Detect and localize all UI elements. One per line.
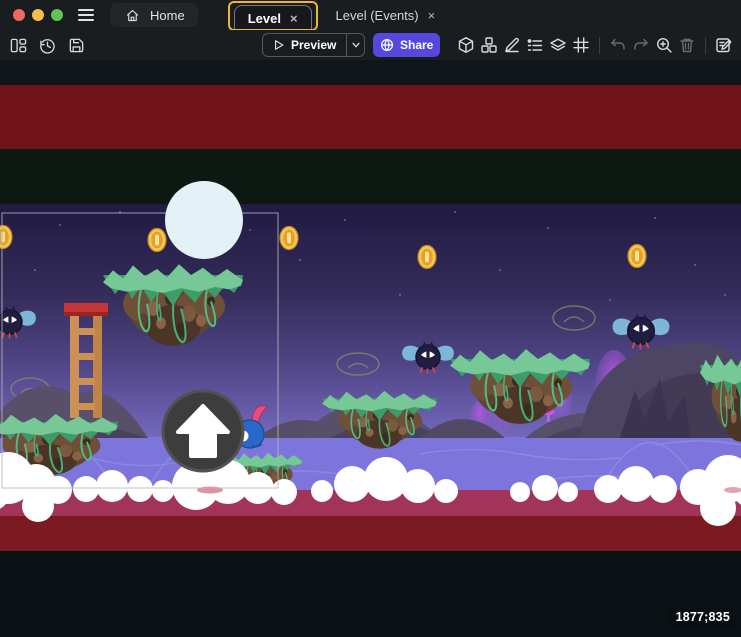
title-bar: Home Level × Level (Events) × [0,0,741,30]
tab-level-events[interactable]: Level (Events) × [326,8,446,23]
preview-button-label: Preview [291,38,336,52]
pencil-icon[interactable] [503,36,521,54]
save-icon[interactable] [67,36,85,54]
toolbar-divider [705,37,706,54]
home-icon [123,6,141,24]
share-button-label: Share [400,38,433,52]
tab-level-wrapper: Level × [234,0,312,30]
scene-dark-band [0,149,741,204]
play-icon [273,39,285,51]
scene-notes-icon[interactable] [715,36,733,54]
app-window: Home Level × Level (Events) × [0,0,741,637]
grid-icon[interactable] [572,36,590,54]
cube-icon[interactable] [457,36,475,54]
toolbar-divider [599,37,600,54]
moon[interactable] [165,181,243,259]
preview-button[interactable]: Preview [262,33,365,57]
tab-level[interactable]: Level × [234,5,312,30]
preview-button-main[interactable]: Preview [263,34,346,56]
tab-bar: Home Level × Level (Events) × [110,0,445,30]
layers-icon[interactable] [549,36,567,54]
editor-toolbar: Preview Share [0,30,741,60]
tab-level-close-icon[interactable]: × [290,12,298,25]
window-controls [13,9,63,21]
tab-level-label: Level [248,11,281,26]
scene-top-gap [0,60,741,85]
object-groups-icon[interactable] [480,36,498,54]
globe-icon [380,38,394,52]
scene-render[interactable] [0,60,741,637]
toolbar-right-group [457,30,733,60]
menu-hamburger-icon[interactable] [78,9,94,21]
tab-level-events-close-icon[interactable]: × [428,9,436,22]
redo-icon[interactable] [632,36,650,54]
touch-up-arrow-button[interactable] [163,391,243,471]
toolbar-left-group [9,30,85,60]
zoom-in-icon[interactable] [655,36,673,54]
close-window-button[interactable] [13,9,25,21]
bottom-red-band[interactable] [0,516,741,551]
preview-dropdown-button[interactable] [347,34,364,56]
trash-icon[interactable] [678,36,696,54]
tab-level-events-label: Level (Events) [336,8,419,23]
fullscreen-window-button[interactable] [51,9,63,21]
minimize-window-button[interactable] [32,9,44,21]
undo-icon[interactable] [609,36,627,54]
panels-icon[interactable] [9,36,27,54]
tab-home-label: Home [150,8,185,23]
instances-list-icon[interactable] [526,36,544,54]
cursor-coordinates-badge: 1877;835 [669,607,737,627]
share-button[interactable]: Share [373,33,440,57]
tab-home[interactable]: Home [110,3,198,27]
scene-editor-canvas[interactable]: 1877;835 [0,60,741,637]
history-icon[interactable] [38,36,56,54]
scene-top-red-band[interactable] [0,85,741,149]
scene-bottom-gap [0,551,741,637]
